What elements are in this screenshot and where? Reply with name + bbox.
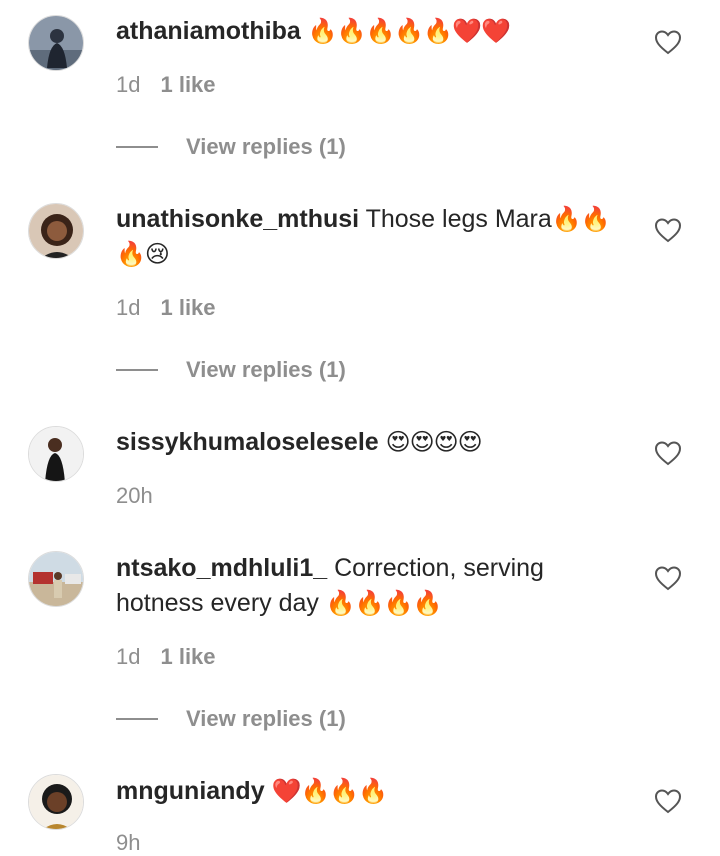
view-replies-label: View replies (1) (186, 134, 346, 159)
comment-text: ntsako_mdhluli1_ Correction, serving hot… (116, 551, 636, 621)
comment-time: 9h (116, 830, 141, 855)
comment-text: mnguniandy ❤️🔥🔥🔥 (116, 774, 636, 809)
comment-text: athaniamothiba 🔥🔥🔥🔥🔥❤️❤️ (116, 14, 636, 49)
username-link[interactable]: mnguniandy (116, 777, 265, 805)
comment-time: 1d (116, 295, 141, 320)
username-link[interactable]: athaniamothiba (116, 17, 301, 45)
comment-meta: 9h (116, 830, 140, 856)
likes-count[interactable]: 1 like (160, 644, 215, 670)
like-comment-button[interactable] (654, 565, 682, 591)
heart-outline-icon (654, 566, 682, 591)
comment-time: 1d (116, 644, 141, 669)
divider-line (116, 718, 158, 720)
view-replies-label: View replies (1) (186, 357, 346, 382)
heart-outline-icon (654, 218, 682, 243)
avatar[interactable] (28, 15, 84, 71)
comment-emoji: ❤️🔥🔥🔥 (271, 778, 389, 805)
heart-outline-icon (654, 789, 682, 814)
comment-meta: 1d 1 like (116, 644, 216, 670)
like-comment-button[interactable] (654, 29, 682, 55)
view-replies-label: View replies (1) (186, 706, 346, 731)
comment-meta: 1d 1 like (116, 72, 216, 98)
avatar[interactable] (28, 426, 84, 482)
avatar[interactable] (28, 551, 84, 607)
comment-emoji: 🔥🔥🔥🔥 (325, 590, 443, 617)
view-replies-button[interactable]: View replies (1) (116, 134, 346, 160)
heart-outline-icon (654, 441, 682, 466)
comment-meta: 20h (116, 483, 153, 509)
username-link[interactable]: unathisonke_mthusi (116, 205, 359, 233)
comment-text: unathisonke_mthusi Those legs Mara🔥🔥🔥😢 (116, 202, 636, 272)
comment-time: 1d (116, 72, 141, 97)
username-link[interactable]: sissykhumaloselesele (116, 428, 379, 456)
view-replies-button[interactable]: View replies (1) (116, 706, 346, 732)
avatar[interactable] (28, 203, 84, 259)
divider-line (116, 369, 158, 371)
like-comment-button[interactable] (654, 788, 682, 814)
like-comment-button[interactable] (654, 217, 682, 243)
comment-emoji: 😍😍😍😍 (385, 429, 483, 456)
comment-time: 20h (116, 483, 153, 508)
view-replies-button[interactable]: View replies (1) (116, 357, 346, 383)
heart-outline-icon (654, 30, 682, 55)
likes-count[interactable]: 1 like (160, 72, 215, 98)
comment-text: sissykhumaloselesele 😍😍😍😍 (116, 425, 636, 460)
likes-count[interactable]: 1 like (160, 295, 215, 321)
comment-body: Those legs Mara (365, 205, 552, 233)
username-link[interactable]: ntsako_mdhluli1_ (116, 554, 327, 582)
comment-emoji: 🔥🔥🔥🔥🔥❤️❤️ (307, 18, 511, 45)
comment-meta: 1d 1 like (116, 295, 216, 321)
avatar[interactable] (28, 774, 84, 830)
divider-line (116, 146, 158, 148)
like-comment-button[interactable] (654, 440, 682, 466)
